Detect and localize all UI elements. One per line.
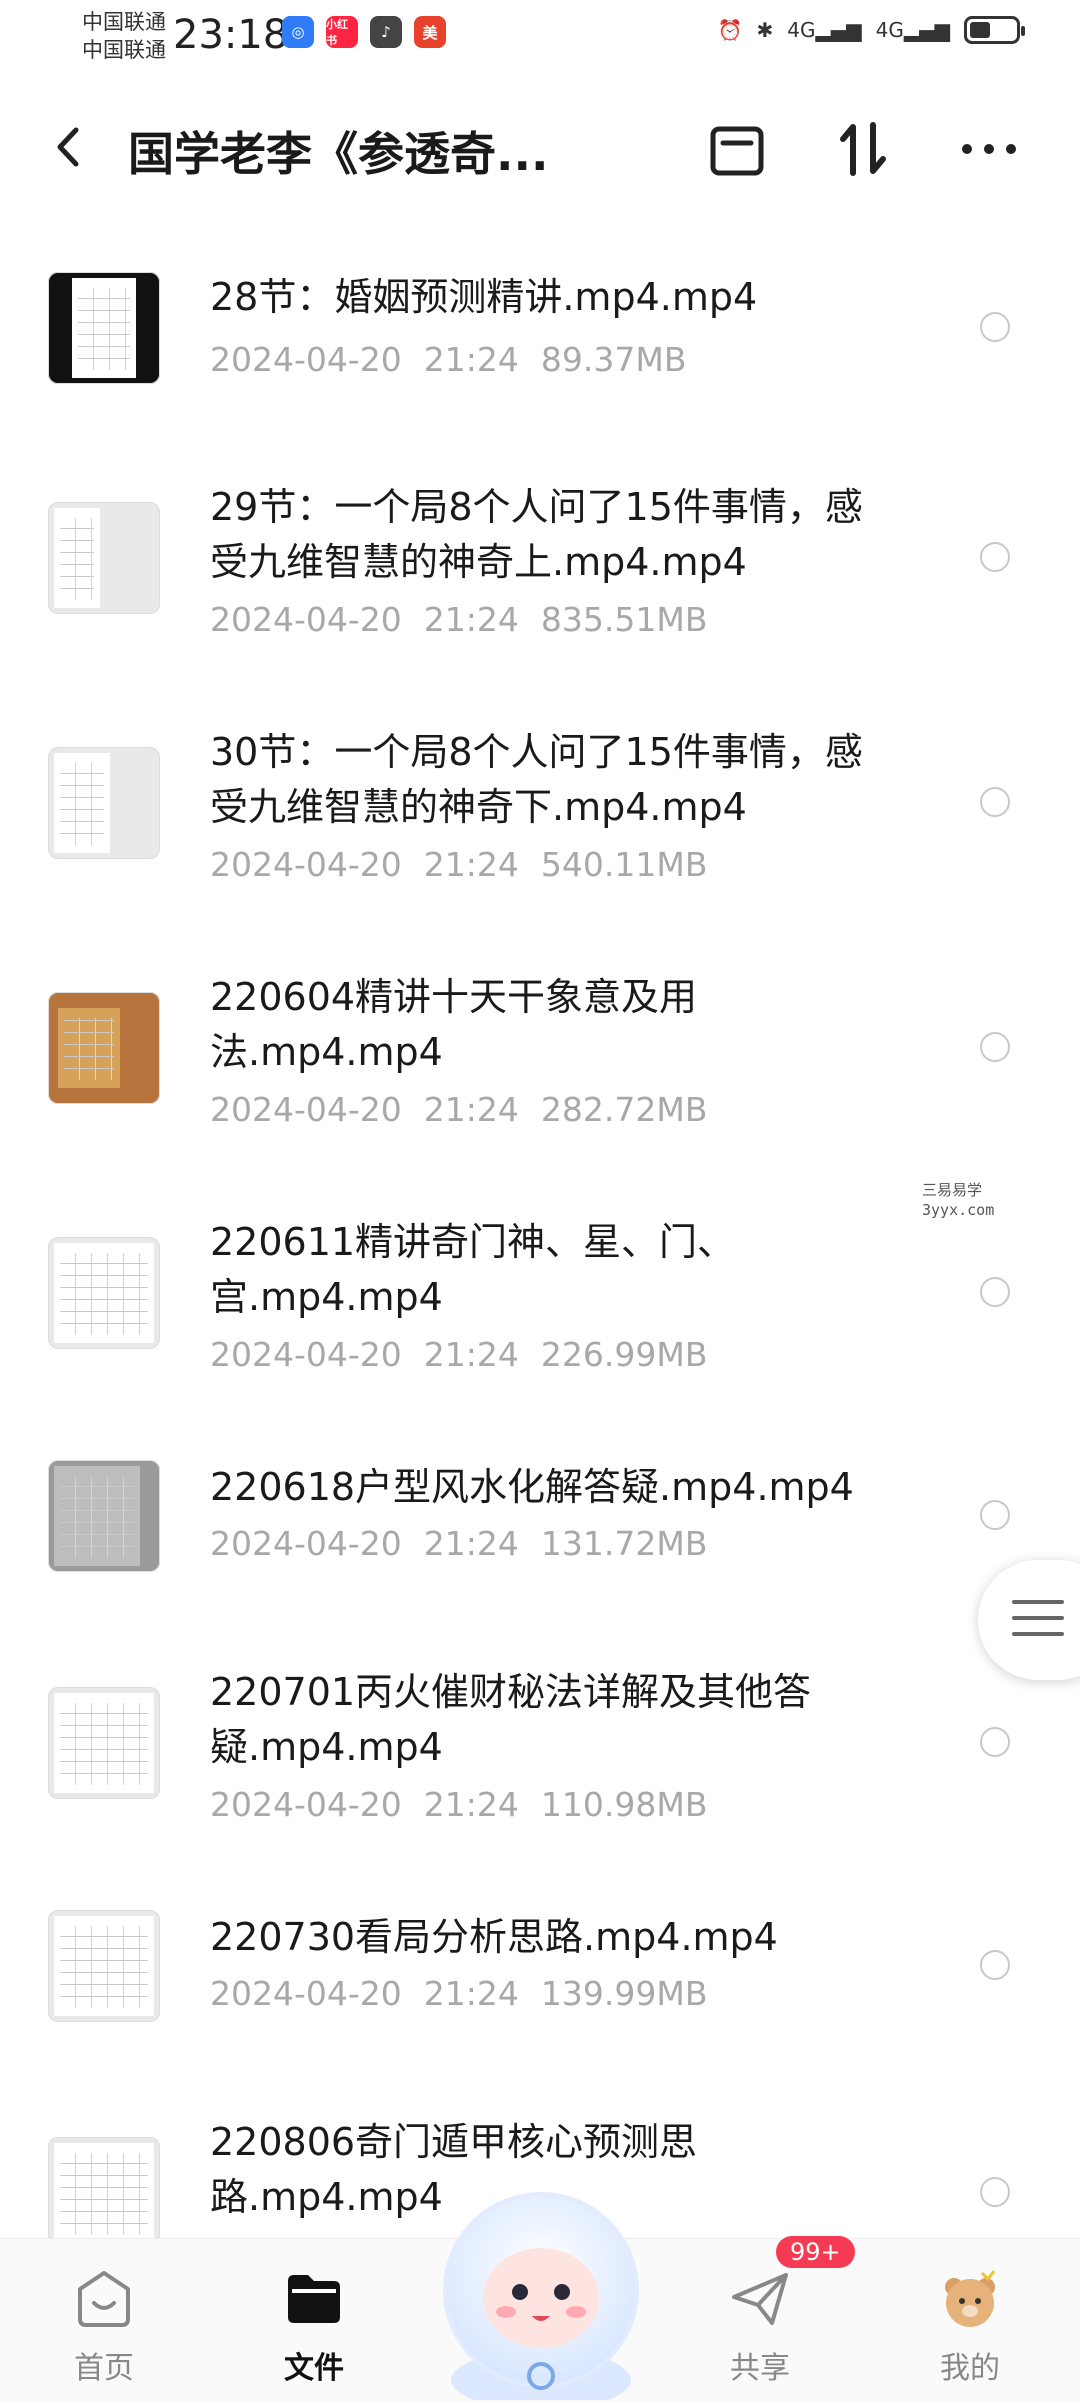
file-name: 29节：一个局8个人问了15件事情，感受九维智慧的神奇上.mp4.mp4 [210, 485, 863, 584]
file-list[interactable]: 28节：婚姻预测精讲.mp4.mp4 2024-04-20 21:24 89.37M… [0, 240, 1080, 2240]
file-meta: 2024-04-20 21:24 89.37MB [210, 340, 687, 379]
file-name: 220611精讲奇门神、星、门、宫.mp4.mp4 [210, 1220, 736, 1319]
bluetooth-icon: ✱ [756, 18, 774, 42]
nav-mine[interactable]: 我的 [910, 2267, 1030, 2387]
select-radio[interactable] [980, 1727, 1010, 1757]
carrier-2: 中国联通 [82, 38, 166, 62]
back-icon [57, 127, 79, 167]
notification-icons: ◎ 小红书 ♪ 美 [282, 16, 446, 48]
video-thumbnail [48, 502, 160, 614]
signal-1-icon: 4G▂▄▆ [787, 18, 862, 42]
header: 国学老李《参透奇... [0, 92, 1080, 202]
clipboard-icon [710, 126, 764, 176]
video-thumbnail [48, 1687, 160, 1799]
clock: 23:18 [173, 12, 289, 58]
mascot-icon [443, 2192, 639, 2404]
paper-plane-icon [728, 2267, 792, 2331]
select-radio[interactable] [980, 2177, 1010, 2207]
file-meta: 2024-04-20 21:24 139.99MB [210, 1974, 708, 2013]
page-title: 国学老李《参透奇... [128, 127, 549, 181]
nav-share-label: 共享 [730, 2351, 790, 2386]
folder-icon [282, 2267, 346, 2331]
nav-home-label: 首页 [74, 2351, 134, 2386]
select-radio[interactable] [980, 542, 1010, 572]
tiktok-icon: ♪ [370, 16, 402, 48]
nav-files[interactable]: 文件 [254, 2267, 374, 2387]
carrier-1: 中国联通 [82, 10, 166, 34]
clipboard-button[interactable] [702, 114, 772, 184]
select-radio[interactable] [980, 1032, 1010, 1062]
file-meta: 2024-04-20 21:24 282.72MB [210, 1090, 708, 1129]
select-radio[interactable] [980, 1500, 1010, 1530]
meituan-icon: 美 [414, 16, 446, 48]
file-meta: 2024-04-20 21:24 226.99MB [210, 1335, 708, 1374]
file-meta: 2024-04-20 21:24 110.98MB [210, 1785, 708, 1824]
video-thumbnail [48, 747, 160, 859]
video-thumbnail [48, 272, 160, 384]
sort-icon [840, 122, 886, 176]
nav-files-label: 文件 [284, 2351, 344, 2386]
file-meta: 2024-04-20 21:24 540.11MB [210, 845, 708, 884]
file-name: 28节：婚姻预测精讲.mp4.mp4 [210, 275, 758, 319]
signal-2-icon: 4G▂▄▆ [875, 18, 950, 42]
back-button[interactable] [44, 122, 94, 172]
select-radio[interactable] [980, 1950, 1010, 1980]
xiaohongshu-icon: 小红书 [326, 16, 358, 48]
file-name: 220730看局分析思路.mp4.mp4 [210, 1915, 778, 1959]
sort-button[interactable] [828, 114, 898, 184]
status-bar: 中国联通 中国联通 23:18 ◎ 小红书 ♪ 美 ⏰ ✱ 4G▂▄▆ 4G▂▄… [0, 0, 1080, 80]
blue-app-icon: ◎ [282, 16, 314, 48]
notification-badge: 99+ [776, 2236, 855, 2268]
more-icon [962, 144, 1016, 154]
select-radio[interactable] [980, 1277, 1010, 1307]
system-icons: ⏰ ✱ 4G▂▄▆ 4G▂▄▆ [717, 16, 1025, 44]
bear-avatar-icon [938, 2267, 1002, 2331]
file-name: 220604精讲十天干象意及用法.mp4.mp4 [210, 975, 698, 1074]
carrier-labels: 中国联通 中国联通 [82, 8, 166, 64]
nav-share[interactable]: 共享 [700, 2267, 820, 2387]
file-name: 30节：一个局8个人问了15件事情，感受九维智慧的神奇下.mp4.mp4 [210, 730, 863, 829]
file-meta: 2024-04-20 21:24 131.72MB [210, 1524, 708, 1563]
home-icon [72, 2267, 136, 2331]
video-thumbnail [48, 1460, 160, 1572]
file-meta: 2024-04-20 21:24 835.51MB [210, 600, 708, 639]
select-radio[interactable] [980, 312, 1010, 342]
alarm-icon: ⏰ [717, 18, 743, 42]
watermark: 三易易学 3yyx.com [922, 1181, 995, 1219]
video-thumbnail [48, 1910, 160, 2022]
nav-mine-label: 我的 [940, 2351, 1000, 2386]
menu-icon [1012, 1600, 1064, 1648]
select-radio[interactable] [980, 787, 1010, 817]
nav-home[interactable]: 首页 [44, 2267, 164, 2387]
file-name: 220618户型风水化解答疑.mp4.mp4 [210, 1465, 854, 1509]
more-button[interactable] [954, 114, 1024, 184]
battery-icon [964, 16, 1025, 44]
assistant-mascot-button[interactable] [432, 2180, 650, 2404]
video-thumbnail [48, 2137, 160, 2240]
file-name: 220701丙火催财秘法详解及其他答疑.mp4.mp4 [210, 1670, 812, 1769]
video-thumbnail [48, 992, 160, 1104]
video-thumbnail [48, 1237, 160, 1349]
